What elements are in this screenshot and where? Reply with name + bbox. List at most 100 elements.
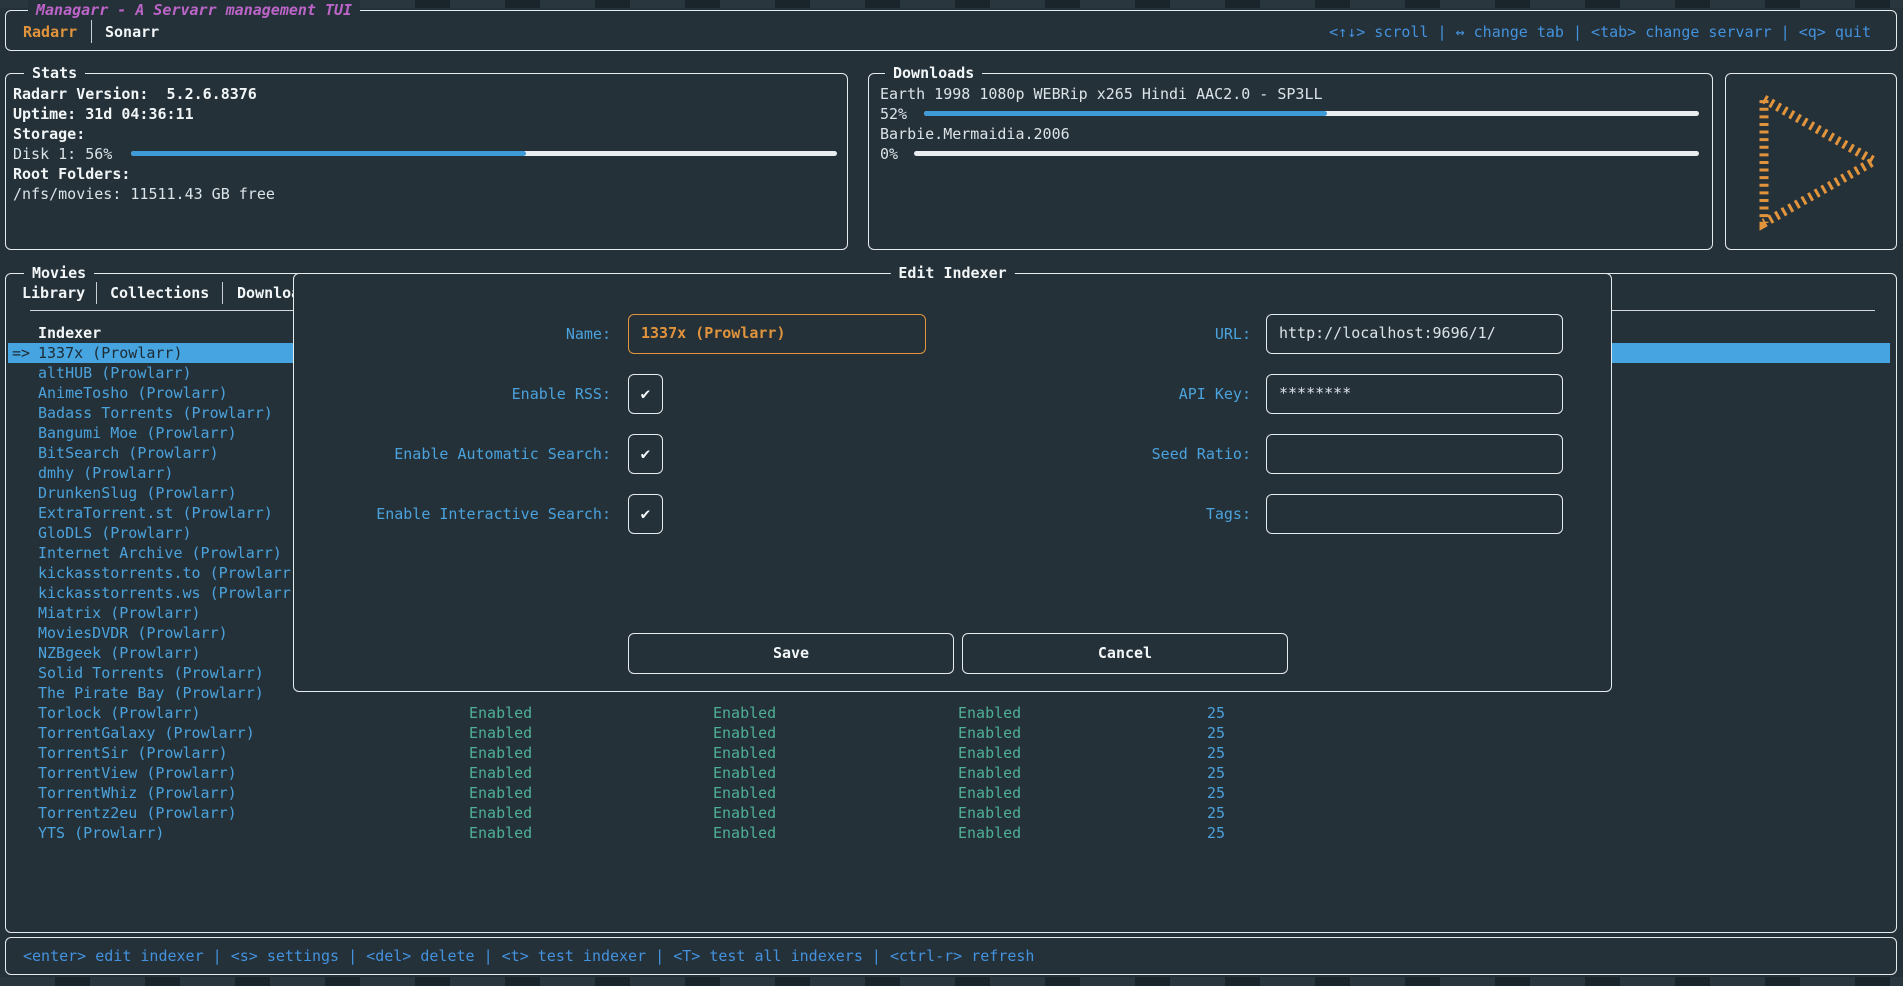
indexer-priority-cell: 25 [1138,703,1225,723]
seed-ratio-input[interactable] [1266,434,1563,474]
indexer-interactive-search-cell: Enabled [958,823,1021,843]
indexer-interactive-search-cell: Enabled [958,783,1021,803]
download-item-percent: 0% [880,144,898,164]
indexer-rss-cell: Enabled [469,743,532,763]
indexer-table-header: Indexer [38,323,101,343]
indexer-rss-cell: Enabled [469,783,532,803]
indexer-row[interactable]: TorrentView (Prowlarr)EnabledEnabledEnab… [8,763,1890,783]
stats-version: Radarr Version: 5.2.6.8376 [13,84,257,104]
api-key-label: API Key: [994,384,1251,404]
indexer-interactive-search-cell: Enabled [958,743,1021,763]
edit-indexer-modal-title: Edit Indexer [890,263,1014,283]
indexer-automatic-search-cell: Enabled [713,823,776,843]
indexer-automatic-search-cell: Enabled [713,783,776,803]
indexer-name: Bangumi Moe (Prowlarr) [38,423,293,443]
indexer-interactive-search-cell: Enabled [958,703,1021,723]
indexer-automatic-search-cell: Enabled [713,743,776,763]
url-input[interactable]: http://localhost:9696/1/ [1266,314,1563,354]
api-key-input[interactable]: ******** [1266,374,1563,414]
stats-storage-label: Storage: [13,124,85,144]
indexer-rss-cell: Enabled [469,763,532,783]
indexer-row[interactable]: Torrentz2eu (Prowlarr)EnabledEnabledEnab… [8,803,1890,823]
stats-disk-label: Disk 1: 56% [13,144,112,164]
managarr-terminal: Managarr - A Servarr management TUI Rada… [0,0,1903,986]
context-keybindings: <enter> edit indexer | <s> settings | <d… [23,946,1034,966]
download-item-name: Barbie.Mermaidia.2006 [880,124,1070,144]
stats-panel: Stats Radarr Version: 5.2.6.8376 Uptime:… [5,73,848,250]
download-item-name: Earth 1998 1080p WEBRip x265 Hindi AAC2.… [880,84,1323,104]
indexer-name: dmhy (Prowlarr) [38,463,293,483]
downloads-panel: Downloads Earth 1998 1080p WEBRip x265 H… [868,73,1713,250]
indexer-priority-cell: 25 [1138,823,1225,843]
indexer-name: ExtraTorrent.st (Prowlarr) [38,503,293,523]
indexer-priority-cell: 25 [1138,723,1225,743]
stats-rootfolders-label: Root Folders: [13,164,130,184]
indexer-name: Torlock (Prowlarr) [38,703,293,723]
name-label: Name: [294,324,611,344]
stats-title: Stats [24,63,85,83]
tab-collections[interactable]: Collections [110,283,209,303]
indexer-name: TorrentSir (Prowlarr) [38,743,293,763]
seed-ratio-label: Seed Ratio: [994,444,1251,464]
download-progressbar [914,151,1699,156]
indexer-rss-cell: Enabled [469,803,532,823]
indexer-interactive-search-cell: Enabled [958,723,1021,743]
tab-divider [91,20,92,43]
disk-usage-progressbar [131,151,837,156]
tab-library[interactable]: Library [22,283,85,303]
indexer-name: Internet Archive (Prowlarr) [38,543,293,563]
indexer-rss-cell: Enabled [469,823,532,843]
tab-sonarr[interactable]: Sonarr [105,22,159,42]
enable-rss-label: Enable RSS: [294,384,611,404]
indexer-row[interactable]: TorrentGalaxy (Prowlarr) Enabled Enabled En… [8,723,1890,743]
name-input[interactable]: 1337x (Prowlarr) [628,314,926,354]
indexer-row[interactable]: TorrentSir (Prowlarr) Enabled Enabled Enabl… [8,743,1890,763]
help-bar-box: <enter> edit indexer | <s> settings | <d… [5,937,1897,975]
indexer-name: TorrentWhiz (Prowlarr) [38,783,293,803]
indexer-name: NZBgeek (Prowlarr) [38,643,293,663]
tags-input[interactable] [1266,494,1563,534]
indexer-interactive-search-cell: Enabled [958,763,1021,783]
indexer-rss-cell: Enabled [469,723,532,743]
indexer-name: Torrentz2eu (Prowlarr) [38,803,293,823]
global-keybindings: <↑↓> scroll | ↔ change tab | <tab> chang… [1329,22,1871,42]
enable-interactive-search-label: Enable Interactive Search: [294,504,611,524]
indexer-row[interactable]: TorrentWhiz (Prowlarr) Enabled Enabled Enab… [8,783,1890,803]
indexer-name: kickasstorrents.to (Prowlarr) [38,563,293,583]
download-item-percent: 52% [880,104,907,124]
indexer-name: TorrentView (Prowlarr) [38,763,293,783]
save-button[interactable]: Save [628,633,954,674]
indexer-priority-cell: 25 [1138,763,1225,783]
indexer-name: GloDLS (Prowlarr) [38,523,293,543]
cancel-button[interactable]: Cancel [962,633,1288,674]
indexer-name: The Pirate Bay (Prowlarr) [38,683,293,703]
managarr-play-logo-icon [1726,74,1895,248]
indexer-automatic-search-cell: Enabled [713,723,776,743]
enable-interactive-search-checkbox[interactable]: ✔ [628,494,663,534]
indexer-row[interactable]: YTS (Prowlarr)EnabledEnabledEnabled25 [8,823,1890,843]
indexer-priority-cell: 25 [1138,743,1225,763]
selected-row-marker: => [12,343,30,363]
downloads-title: Downloads [885,63,982,83]
tab-divider [222,282,223,304]
tab-radarr[interactable]: Radarr [23,22,77,42]
indexer-name: BitSearch (Prowlarr) [38,443,293,463]
indexer-automatic-search-cell: Enabled [713,803,776,823]
indexer-row[interactable]: Torlock (Prowlarr)EnabledEnabledEnabled2… [8,703,1890,723]
indexer-name: Miatrix (Prowlarr) [38,603,293,623]
indexer-priority-cell: 25 [1138,803,1225,823]
download-progressbar [924,111,1699,116]
stats-rootfolder-value: /nfs/movies: 11511.43 GB free [13,184,275,204]
tags-label: Tags: [994,504,1251,524]
indexer-name: altHUB (Prowlarr) [38,363,293,383]
enable-automatic-search-checkbox[interactable]: ✔ [628,434,663,474]
indexer-name: Badass Torrents (Prowlarr) [38,403,293,423]
indexer-rss-cell: Enabled [469,703,532,723]
indexer-priority-cell: 25 [1138,783,1225,803]
servarr-tabs-box: Managarr - A Servarr management TUI Rada… [5,10,1897,51]
indexer-name: TorrentGalaxy (Prowlarr) [38,723,293,743]
enable-rss-checkbox[interactable]: ✔ [628,374,663,414]
url-label: URL: [994,324,1251,344]
indexer-name: 1337x (Prowlarr) [38,343,293,363]
tab-divider [96,282,97,304]
